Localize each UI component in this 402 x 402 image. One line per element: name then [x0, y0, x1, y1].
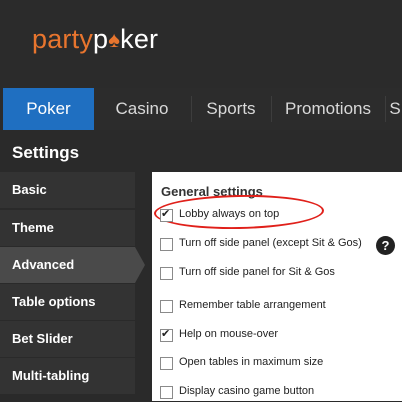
help-icon[interactable]: ?	[376, 236, 395, 255]
sidebar-item-basic[interactable]: Basic	[0, 172, 135, 208]
option-label: Display casino game button	[179, 385, 315, 397]
sidebar-item-multi-tabling[interactable]: Multi-tabling	[0, 358, 135, 394]
settings-sidebar: Basic Theme Advanced Table options Bet S…	[0, 172, 152, 401]
checkbox[interactable]	[160, 207, 173, 222]
option-label: Open tables in maximum size	[179, 356, 324, 368]
sidebar-item-bet-slider[interactable]: Bet Slider	[0, 321, 135, 357]
nav-divider	[385, 96, 386, 122]
logo-party-text: party	[32, 24, 94, 54]
spade-icon: ♠	[108, 27, 121, 52]
tab-promotions[interactable]: Promotions	[272, 88, 384, 130]
logo-p-text: p	[93, 24, 109, 54]
sidebar-item-theme[interactable]: Theme	[0, 210, 135, 246]
option-label: Remember table arrangement	[179, 299, 326, 311]
option-label: Turn off side panel for Sit & Gos	[179, 266, 335, 278]
checkbox[interactable]	[160, 327, 173, 342]
tab-poker[interactable]: Poker	[3, 88, 94, 130]
settings-title: Settings	[0, 130, 402, 172]
option-label: Lobby always on top	[179, 208, 280, 220]
main-nav: Poker Casino Sports Promotions S	[0, 88, 402, 130]
tab-partial[interactable]: S	[388, 88, 402, 130]
checkbox[interactable]	[160, 386, 173, 399]
option-label: Turn off side panel (except Sit & Gos)	[179, 237, 362, 249]
sidebar-item-advanced[interactable]: Advanced	[0, 247, 145, 283]
checkbox[interactable]	[160, 238, 173, 251]
tab-casino[interactable]: Casino	[94, 88, 190, 130]
checkbox[interactable]	[160, 300, 173, 313]
checkbox[interactable]	[160, 357, 173, 370]
checkbox[interactable]	[160, 267, 173, 280]
tab-sports[interactable]: Sports	[192, 88, 270, 130]
app-header: partyp♠ker	[0, 0, 402, 88]
option-label: Help on mouse-over	[179, 328, 279, 340]
partypoker-logo[interactable]: partyp♠ker	[32, 24, 158, 55]
general-settings-panel: General settings Lobby always on top Tur…	[152, 172, 402, 401]
sidebar-item-table-options[interactable]: Table options	[0, 284, 135, 320]
logo-ker-text: ker	[120, 24, 159, 54]
